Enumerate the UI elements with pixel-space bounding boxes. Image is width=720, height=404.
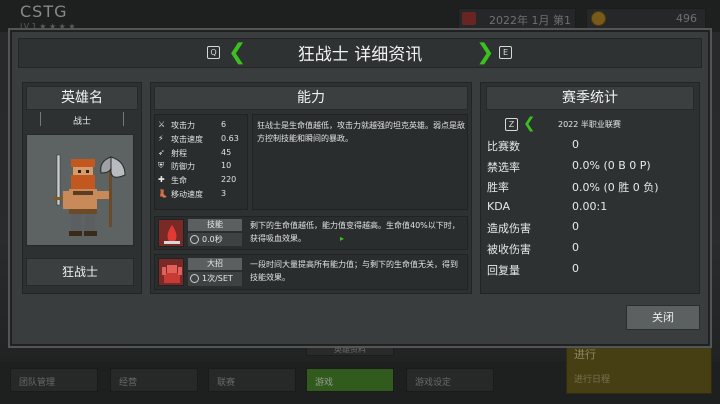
stat-value: 3 — [221, 189, 227, 198]
season-stat-label: 造成伤害 — [487, 222, 531, 236]
ultimate-description: 一段时间大量提高所有能力值；与剩下的生命值无关，得到技能效果。 — [250, 260, 458, 282]
league-key-hint: Z — [505, 118, 518, 131]
season-stat-label: 被收伤害 — [487, 243, 531, 256]
season-stat-value: 0 — [572, 261, 579, 275]
season-stat-value: 0.00:1 — [572, 199, 608, 213]
season-stat-label: 比赛数 — [487, 140, 520, 153]
ultimate-tag: 大招 — [188, 258, 242, 270]
skill-icon — [158, 219, 184, 247]
season-stats-header: 赛季统计 — [486, 86, 694, 110]
stat-label: 生命 — [171, 176, 187, 186]
stat-value: 10 — [221, 161, 232, 171]
stat-label: 防御力 — [171, 162, 195, 172]
berserker-sprite-icon — [53, 154, 126, 236]
boot-icon: 👢 — [158, 189, 168, 198]
season-stat-label: KDA — [487, 199, 511, 213]
league-name: 2022 半职业联赛 — [558, 120, 621, 129]
hero-name-header: 英雄名 — [26, 86, 138, 110]
next-key-hint: E — [499, 46, 512, 59]
stat-value: 45 — [221, 147, 232, 157]
season-stat-value: 0 — [572, 220, 579, 234]
stat-value: 220 — [221, 175, 237, 185]
dialog-title: 狂战士 详细资讯 — [297, 45, 423, 65]
ultimate-clock-icon — [190, 274, 199, 283]
league-prev-arrow-icon[interactable]: ❮ — [523, 114, 536, 132]
attack-speed-icon: ⚡ — [158, 133, 164, 143]
health-cross-icon: ✚ — [158, 175, 165, 185]
season-stat-value: 0 — [572, 241, 579, 254]
stat-value: 6 — [221, 120, 227, 129]
hero-name: 狂战士 — [26, 258, 134, 286]
season-stat-label: 胜率 — [487, 181, 509, 195]
stat-value: 0.63 — [221, 133, 239, 143]
hero-portrait — [26, 134, 134, 246]
season-stat-value: 0 — [572, 138, 579, 151]
ultimate-icon — [158, 258, 184, 286]
season-stat-value: 0.0% (0 B 0 P) — [572, 158, 651, 172]
prev-hero-arrow-icon[interactable]: ❮ — [228, 42, 246, 64]
cooldown-clock-icon — [190, 235, 199, 244]
close-button[interactable]: 关闭 — [626, 305, 700, 330]
shield-icon: ⛨ — [158, 161, 164, 171]
stat-label: 移动速度 — [171, 190, 203, 199]
season-stat-value: 0.0% (0 胜 0 负) — [572, 181, 659, 195]
stat-label: 射程 — [171, 148, 187, 158]
expand-arrow-icon[interactable]: ▸ — [340, 234, 344, 243]
stat-label: 攻击速度 — [171, 134, 203, 144]
ability-header: 能力 — [154, 86, 468, 110]
prev-key-hint: Q — [207, 46, 220, 59]
skill-tag: 技能 — [188, 219, 242, 231]
skill-description: 剩下的生命值越低，能力值变得越高。生命值40%以下时，获得吸血效果。 — [250, 221, 460, 243]
hero-description: 狂战士是生命值越低，攻击力就越强的坦克英雄。弱点是敌方控制技能和瞬间的暴政。 — [257, 121, 465, 143]
sword-icon: ⚔ — [158, 120, 166, 129]
stat-label: 攻击力 — [171, 121, 195, 130]
range-icon: ➶ — [158, 147, 165, 157]
next-hero-arrow-icon[interactable]: ❯ — [476, 42, 494, 64]
season-stat-label: 禁选率 — [487, 160, 520, 174]
role-bracket — [40, 112, 124, 126]
season-stat-label: 回复量 — [487, 263, 520, 277]
